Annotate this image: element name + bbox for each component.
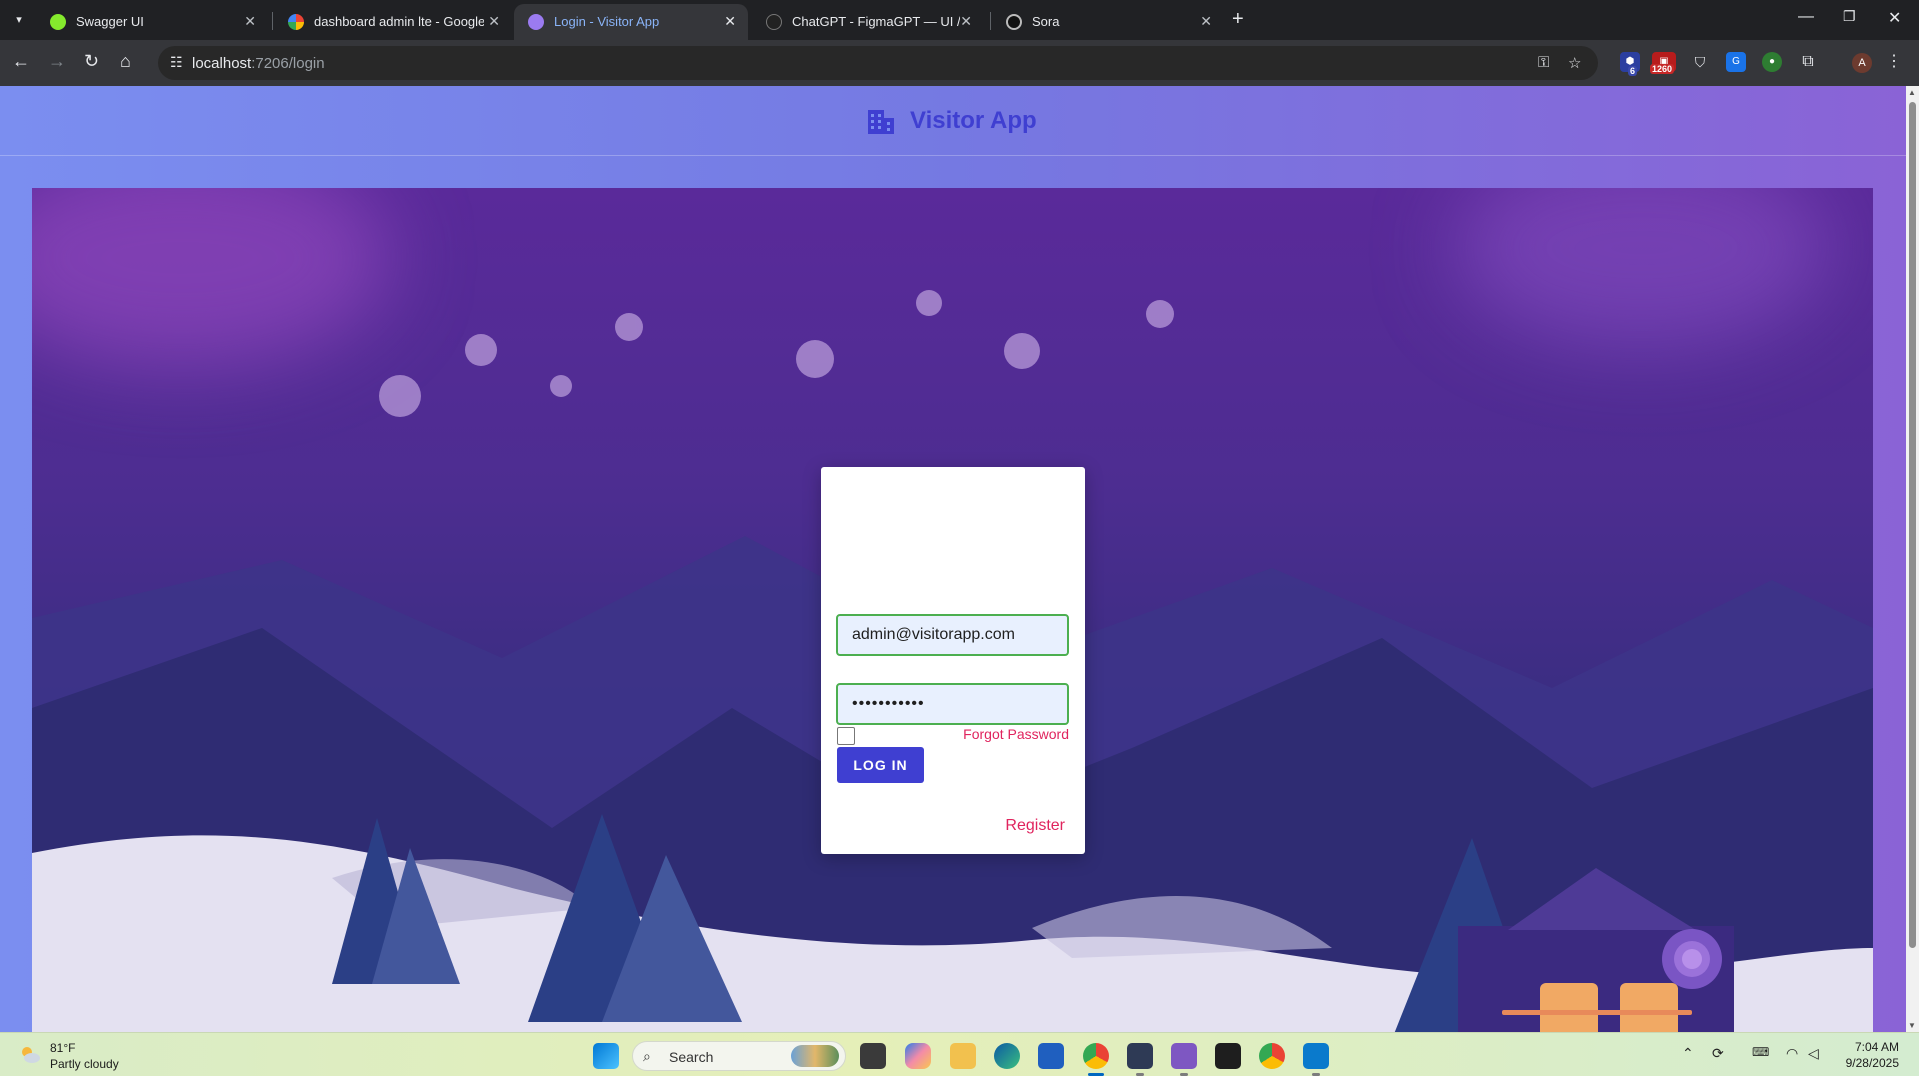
vscode-icon[interactable]	[1303, 1043, 1329, 1069]
kebab-menu-icon[interactable]: ⋮	[1884, 52, 1904, 72]
translate-icon[interactable]: G	[1726, 52, 1746, 72]
back-arrow-icon[interactable]: ←	[12, 51, 30, 72]
bookmark-star-icon[interactable]: ☆	[1568, 54, 1581, 72]
brand[interactable]: Visitor App	[866, 104, 1037, 138]
tab-label: Sora	[1032, 14, 1060, 29]
close-window-icon[interactable]: ✕	[1888, 8, 1901, 28]
extension-badge: 1260	[1650, 64, 1675, 74]
scroll-up-arrow-icon[interactable]: ▲	[1908, 88, 1916, 97]
search-highlight-image	[791, 1045, 839, 1067]
extension-badge: 6	[1628, 66, 1638, 76]
app-header: Visitor App	[0, 86, 1906, 156]
remember-me-checkbox[interactable]	[837, 727, 855, 745]
windows-start-icon[interactable]	[593, 1043, 619, 1069]
building-icon	[868, 110, 894, 134]
login-card: Forgot Password LOG IN Register	[821, 467, 1085, 854]
clock-date: 9/28/2025	[1845, 1056, 1899, 1070]
tab-close-icon[interactable]: ✕	[488, 13, 500, 30]
tab-label: Login - Visitor App	[554, 14, 660, 29]
floating-orbs	[379, 290, 1174, 417]
google-favicon-icon	[288, 14, 304, 30]
tab-separator	[272, 12, 273, 30]
tab-close-icon[interactable]: ✕	[960, 13, 972, 30]
app-icon[interactable]	[1127, 1043, 1153, 1069]
tab-close-icon[interactable]: ✕	[1200, 13, 1212, 30]
tab-visitor-app-login[interactable]: Login - Visitor App ✕	[514, 4, 748, 40]
extensions-puzzle-icon[interactable]: ⧉	[1798, 52, 1818, 72]
visual-studio-icon[interactable]	[1171, 1043, 1197, 1069]
home-icon[interactable]: ⌂	[120, 51, 131, 72]
forward-arrow-icon[interactable]: →	[48, 51, 66, 72]
sora-favicon-icon	[1006, 14, 1022, 30]
weather-description[interactable]: Partly cloudy	[50, 1057, 119, 1071]
chatgpt-favicon-icon	[766, 14, 782, 30]
copilot-icon[interactable]	[905, 1043, 931, 1069]
wifi-icon[interactable]: ◠	[1786, 1045, 1798, 1062]
tab-swagger[interactable]: Swagger UI ✕	[36, 4, 268, 40]
store-icon[interactable]	[1038, 1043, 1064, 1069]
new-tab-plus-icon[interactable]: +	[1232, 8, 1244, 31]
site-info-icon[interactable]: ☷	[170, 54, 183, 71]
input-language-icon[interactable]: ⌨	[1752, 1045, 1769, 1059]
tab-chatgpt[interactable]: ChatGPT - FigmaGPT — UI / UX ✕	[752, 4, 984, 40]
tab-close-icon[interactable]: ✕	[724, 13, 736, 30]
tab-google[interactable]: dashboard admin lte - Google S ✕	[274, 4, 512, 40]
email-field[interactable]	[836, 614, 1069, 656]
edge-icon[interactable]	[994, 1043, 1020, 1069]
task-view-icon[interactable]	[860, 1043, 886, 1069]
browser-toolbar: ← → ↻ ⌂ ☷ localhost:7206/login ⚿ ☆ ⬢ 6 ▣…	[0, 40, 1919, 86]
tab-close-icon[interactable]: ✕	[244, 13, 256, 30]
terminal-icon[interactable]	[1215, 1043, 1241, 1069]
chrome-icon[interactable]	[1083, 1043, 1109, 1069]
show-hidden-icons-chevron-icon[interactable]: ⌃	[1682, 1045, 1694, 1062]
clock-time: 7:04 AM	[1854, 1040, 1899, 1054]
reload-icon[interactable]: ↻	[84, 51, 99, 72]
file-explorer-icon[interactable]	[950, 1043, 976, 1069]
tab-separator	[990, 12, 991, 30]
url-text: localhost:7206/login	[192, 55, 325, 72]
register-link[interactable]: Register	[1005, 817, 1065, 835]
minimize-icon[interactable]: —	[1798, 8, 1814, 26]
browser-tab-strip: ▾ Swagger UI ✕ dashboard admin lte - Goo…	[0, 0, 1919, 40]
tab-label: ChatGPT - FigmaGPT — UI / UX	[792, 14, 960, 29]
restore-icon[interactable]: ❐	[1843, 8, 1856, 25]
volume-icon[interactable]: ◁	[1808, 1045, 1819, 1062]
password-key-icon[interactable]: ⚿	[1538, 54, 1549, 71]
tab-sora[interactable]: Sora ✕	[992, 4, 1224, 40]
search-icon: ⌕	[643, 1048, 651, 1064]
taskbar-search[interactable]: ⌕ Search	[632, 1041, 846, 1071]
tab-label: Swagger UI	[76, 14, 144, 29]
search-label: Search	[669, 1049, 714, 1065]
forgot-password-link[interactable]: Forgot Password	[963, 726, 1069, 742]
app-favicon-icon	[528, 14, 544, 30]
tab-label: dashboard admin lte - Google S	[314, 14, 484, 29]
login-button[interactable]: LOG IN	[837, 747, 924, 783]
profile-avatar[interactable]: A	[1852, 53, 1872, 73]
shield-icon[interactable]: ⛉	[1690, 52, 1710, 72]
scroll-down-arrow-icon[interactable]: ▼	[1908, 1021, 1916, 1030]
app-title: Visitor App	[910, 107, 1037, 134]
system-clock[interactable]: 7:04 AM 9/28/2025	[1846, 1039, 1899, 1071]
page-scrollbar[interactable]: ▲ ▼	[1906, 86, 1919, 1032]
address-bar[interactable]: ☷ localhost:7206/login ⚿ ☆	[158, 46, 1598, 80]
password-field[interactable]	[836, 683, 1069, 725]
chrome-icon[interactable]	[1259, 1043, 1285, 1069]
sync-icon[interactable]: ⟳	[1712, 1045, 1724, 1062]
windows-taskbar: 81°F Partly cloudy ⌕ Search ⌃ ⟳ ⌨ ◠ ◁ 7:…	[0, 1032, 1919, 1076]
tab-search-chevron-icon[interactable]: ▾	[8, 9, 30, 31]
extension-icon[interactable]: ●	[1762, 52, 1782, 72]
partly-cloudy-icon[interactable]	[18, 1043, 42, 1067]
weather-temperature[interactable]: 81°F	[50, 1041, 75, 1055]
scrollbar-thumb[interactable]	[1909, 102, 1916, 948]
swagger-favicon-icon	[50, 14, 66, 30]
